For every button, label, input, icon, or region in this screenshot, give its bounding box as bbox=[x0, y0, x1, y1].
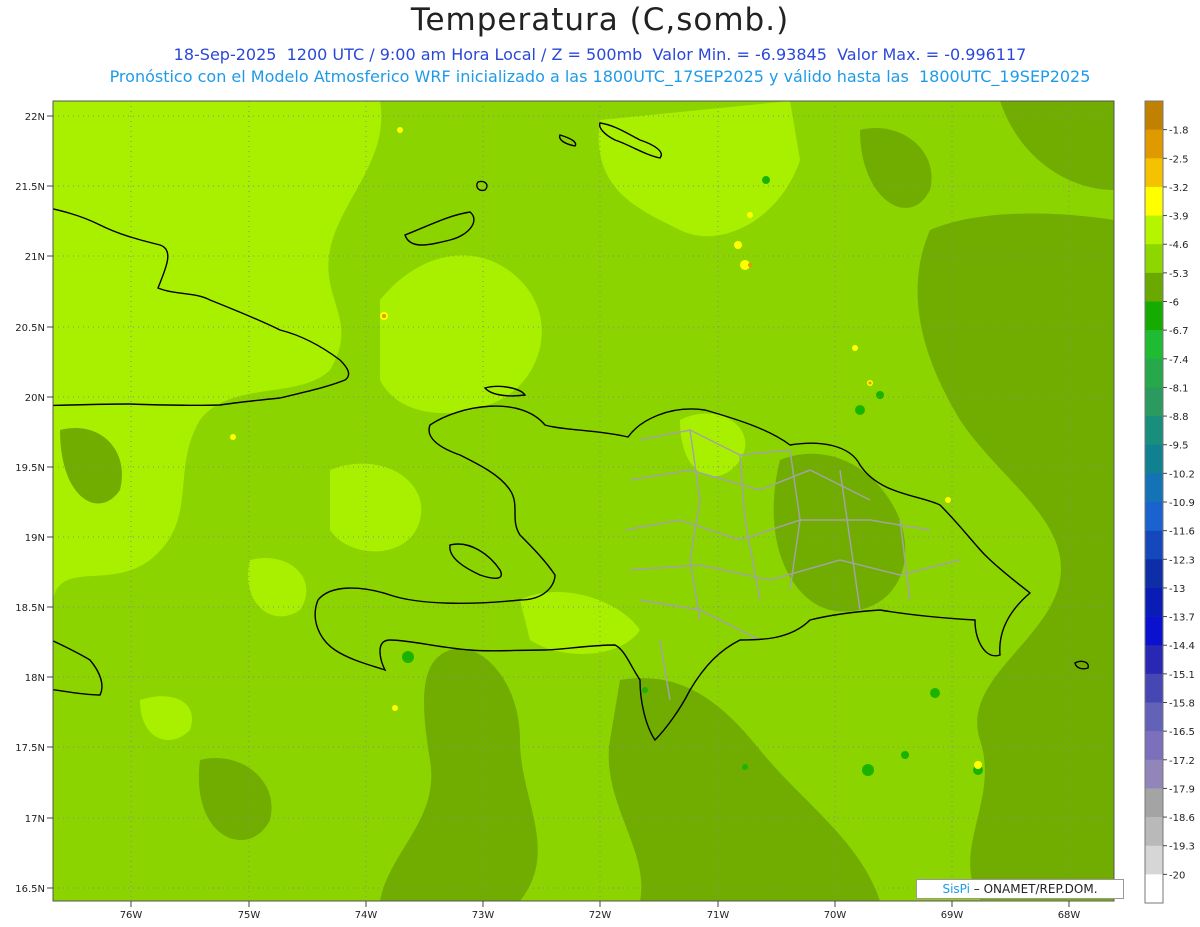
lon-label: 74W bbox=[355, 910, 378, 921]
legend-swatch bbox=[1145, 788, 1163, 818]
legend-label: -3.9 bbox=[1169, 212, 1189, 223]
legend-swatch bbox=[1145, 101, 1163, 130]
legend-swatch bbox=[1145, 587, 1163, 617]
legend-swatch bbox=[1145, 416, 1163, 446]
color-legend: -1.8 -2.5 -3.2 -3.9 -4.6 -5.3 -6 -6.7 -7.4 -8.1 -8… bbox=[1144, 100, 1195, 904]
legend-swatch bbox=[1145, 301, 1163, 331]
lat-label: 19N bbox=[25, 533, 45, 544]
legend-label: -17.9 bbox=[1169, 784, 1195, 795]
legend-label: -8.8 bbox=[1169, 412, 1189, 423]
legend-swatch bbox=[1145, 158, 1163, 188]
lon-label: 76W bbox=[120, 910, 143, 921]
legend-swatch bbox=[1145, 845, 1163, 875]
legend-label: -9.5 bbox=[1169, 441, 1189, 452]
lon-label: 70W bbox=[824, 910, 847, 921]
legend-swatch bbox=[1145, 358, 1163, 388]
legend-swatch bbox=[1145, 129, 1163, 159]
legend-label: -3.2 bbox=[1169, 183, 1189, 194]
legend-swatch bbox=[1145, 702, 1163, 732]
legend-label: -1.8 bbox=[1169, 126, 1189, 137]
lon-label: 69W bbox=[941, 910, 964, 921]
legend-swatch bbox=[1145, 330, 1163, 360]
credit-box: SisPi – ONAMET/REP.DOM. bbox=[916, 879, 1124, 899]
legend-swatch bbox=[1145, 502, 1163, 531]
legend-swatch bbox=[1145, 673, 1163, 703]
legend-label: -6 bbox=[1169, 298, 1179, 309]
legend-swatch bbox=[1145, 616, 1163, 646]
legend-label: -14.4 bbox=[1169, 641, 1195, 652]
legend-label: -16.5 bbox=[1169, 727, 1195, 738]
legend-swatch bbox=[1145, 387, 1163, 417]
lat-label: 19.5N bbox=[15, 463, 45, 474]
legend-label: -12.3 bbox=[1169, 555, 1195, 566]
legend-swatch bbox=[1145, 759, 1163, 789]
legend-label: -15.8 bbox=[1169, 699, 1195, 710]
legend-label: -13 bbox=[1169, 584, 1185, 595]
legend-label: -5.3 bbox=[1169, 269, 1189, 280]
longitude-labels: 76W 75W 74W 73W 72W 71W 70W 69W 68W bbox=[120, 901, 1081, 921]
lat-label: 17N bbox=[25, 814, 45, 825]
legend-label: -10.9 bbox=[1169, 498, 1195, 509]
lat-label: 18.5N bbox=[15, 603, 45, 614]
legend-swatch bbox=[1145, 186, 1163, 216]
legend-label: -8.1 bbox=[1169, 383, 1189, 394]
legend-swatch bbox=[1145, 731, 1163, 761]
map-figure: 22N 21.5N 21N 20.5N 20N 19.5N 19N 18.5N 18N 17.5N… bbox=[15, 100, 1195, 921]
legend-swatch bbox=[1145, 244, 1163, 274]
lat-label: 18N bbox=[25, 673, 45, 684]
legend-label: -10.2 bbox=[1169, 469, 1195, 480]
lon-label: 72W bbox=[589, 910, 612, 921]
legend-label: -11.6 bbox=[1169, 527, 1195, 538]
lon-label: 75W bbox=[238, 910, 261, 921]
legend-swatch bbox=[1145, 559, 1163, 589]
legend-swatch bbox=[1145, 473, 1163, 503]
legend-label: -15.1 bbox=[1169, 670, 1195, 681]
legend-label: -2.5 bbox=[1169, 154, 1189, 165]
legend-swatch bbox=[1145, 645, 1163, 675]
legend-label: -13.7 bbox=[1169, 613, 1195, 624]
legend-swatch bbox=[1145, 530, 1163, 560]
legend-label: -19.3 bbox=[1169, 842, 1195, 853]
legend-label: -17.2 bbox=[1169, 756, 1195, 767]
lat-label: 16.5N bbox=[15, 884, 45, 895]
temperature-field bbox=[53, 101, 1114, 901]
lon-label: 73W bbox=[472, 910, 495, 921]
lon-label: 71W bbox=[707, 910, 730, 921]
lat-label: 20N bbox=[25, 393, 45, 404]
credit-org: – ONAMET/REP.DOM. bbox=[969, 882, 1098, 896]
latitude-labels: 22N 21.5N 21N 20.5N 20N 19.5N 19N 18.5N 18N 17.5N… bbox=[15, 112, 53, 895]
lat-label: 17.5N bbox=[15, 743, 45, 754]
legend-label: -7.4 bbox=[1169, 355, 1189, 366]
legend-swatch bbox=[1145, 444, 1163, 474]
lat-label: 21N bbox=[25, 252, 45, 263]
legend-label: -20 bbox=[1169, 870, 1185, 881]
credit-brand: SisPi bbox=[942, 882, 970, 896]
legend-label: -6.7 bbox=[1169, 326, 1189, 337]
legend-swatch bbox=[1145, 215, 1163, 245]
legend-swatch bbox=[1145, 817, 1163, 847]
lat-label: 21.5N bbox=[15, 182, 45, 193]
legend-label: -18.6 bbox=[1169, 813, 1195, 824]
lat-label: 20.5N bbox=[15, 323, 45, 334]
legend-swatch bbox=[1145, 874, 1163, 904]
legend-label: -4.6 bbox=[1169, 240, 1189, 251]
lon-label: 68W bbox=[1058, 910, 1081, 921]
legend-swatch bbox=[1145, 272, 1163, 302]
lat-label: 22N bbox=[25, 112, 45, 123]
